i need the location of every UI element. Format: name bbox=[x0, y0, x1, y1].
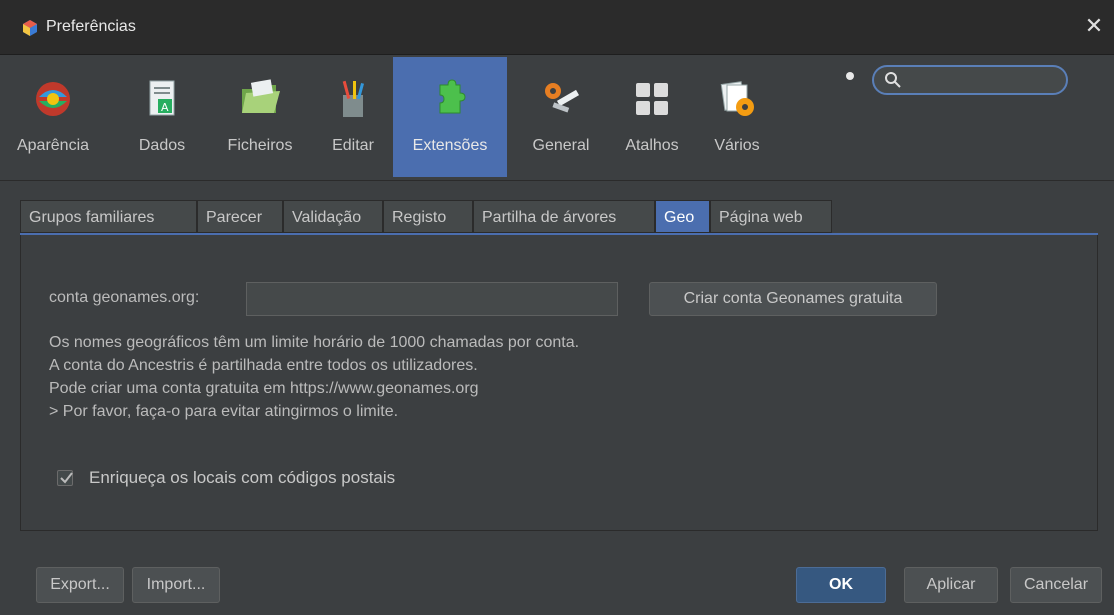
info-text: Os nomes geográficos têm um limite horár… bbox=[49, 331, 579, 423]
toolbar-item-general[interactable]: General bbox=[516, 57, 606, 177]
toolbar-label: Ficheiros bbox=[227, 137, 293, 154]
info-line: Os nomes geográficos têm um limite horár… bbox=[49, 334, 580, 351]
search-icon bbox=[885, 72, 901, 88]
toolbar-item-aparencia[interactable]: Aparência bbox=[12, 57, 94, 177]
tools-icon bbox=[545, 83, 580, 113]
toolbar-label: Dados bbox=[138, 137, 186, 154]
toolbar-label: General bbox=[532, 137, 590, 154]
import-button[interactable]: Import... bbox=[132, 567, 220, 603]
title-bar: Preferências ✕ bbox=[0, 0, 1114, 55]
keyboard-icon bbox=[636, 83, 668, 115]
export-button[interactable]: Export... bbox=[36, 567, 124, 603]
toolbar-item-extensoes[interactable]: Extensões bbox=[393, 57, 507, 177]
edit-icon bbox=[342, 80, 365, 117]
toolbar-item-dados[interactable]: A Dados bbox=[124, 57, 200, 177]
toolbar-label: Atalhos bbox=[625, 137, 679, 154]
toolbar-label: Editar bbox=[332, 137, 374, 154]
search-box[interactable] bbox=[872, 65, 1068, 95]
app-logo-icon bbox=[23, 20, 37, 36]
tab-partilha-arvores[interactable]: Partilha de árvores bbox=[473, 200, 655, 233]
toolbar-item-atalhos[interactable]: Atalhos bbox=[612, 57, 692, 177]
data-icon: A bbox=[149, 80, 175, 116]
geonames-account-input[interactable] bbox=[246, 282, 618, 316]
tab-validacao[interactable]: Validação bbox=[283, 200, 383, 233]
info-line: Pode criar uma conta gratuita em https:/… bbox=[49, 380, 479, 397]
account-label: conta geonames.org: bbox=[49, 289, 200, 306]
window-title: Preferências bbox=[46, 18, 136, 35]
apply-button[interactable]: Aplicar bbox=[904, 567, 998, 603]
folder-icon bbox=[242, 79, 280, 113]
toolbar-label: Extensões bbox=[412, 137, 488, 154]
ok-button[interactable]: OK bbox=[796, 567, 886, 603]
info-line: A conta do Ancestris é partilhada entre … bbox=[49, 357, 478, 374]
toolbar-label: Vários bbox=[714, 137, 760, 154]
cancel-button[interactable]: Cancelar bbox=[1010, 567, 1102, 603]
enrich-postal-codes-label: Enriqueça os locais com códigos postais bbox=[89, 468, 396, 487]
appearance-icon bbox=[36, 82, 70, 116]
create-geonames-account-button[interactable]: Criar conta Geonames gratuita bbox=[649, 282, 937, 316]
checkmark-icon bbox=[60, 472, 73, 484]
tab-geo[interactable]: Geo bbox=[655, 200, 710, 233]
enrich-postal-codes-checkbox[interactable] bbox=[57, 470, 73, 486]
toolbar-item-editar[interactable]: Editar bbox=[320, 57, 386, 177]
tab-registo[interactable]: Registo bbox=[383, 200, 473, 233]
search-status-dot bbox=[846, 72, 854, 80]
svg-text:A: A bbox=[161, 101, 169, 114]
puzzle-icon bbox=[439, 79, 466, 114]
search-input[interactable] bbox=[906, 70, 1060, 92]
info-line: > Por favor, faça-o para evitar atingirm… bbox=[49, 403, 399, 420]
tab-parecer[interactable]: Parecer bbox=[197, 200, 283, 233]
geo-panel: conta geonames.org: Criar conta Geonames… bbox=[20, 235, 1098, 531]
category-toolbar: Aparência A Dados Ficheiros Editar Exten… bbox=[0, 55, 1114, 181]
toolbar-item-varios[interactable]: Vários bbox=[700, 57, 774, 177]
toolbar-label: Aparência bbox=[16, 137, 90, 154]
tab-grupos-familiares[interactable]: Grupos familiares bbox=[20, 200, 197, 233]
misc-icon bbox=[720, 81, 754, 116]
close-button[interactable]: ✕ bbox=[1080, 12, 1108, 40]
toolbar-item-ficheiros[interactable]: Ficheiros bbox=[212, 57, 308, 177]
tab-pagina-web[interactable]: Página web bbox=[710, 200, 832, 233]
